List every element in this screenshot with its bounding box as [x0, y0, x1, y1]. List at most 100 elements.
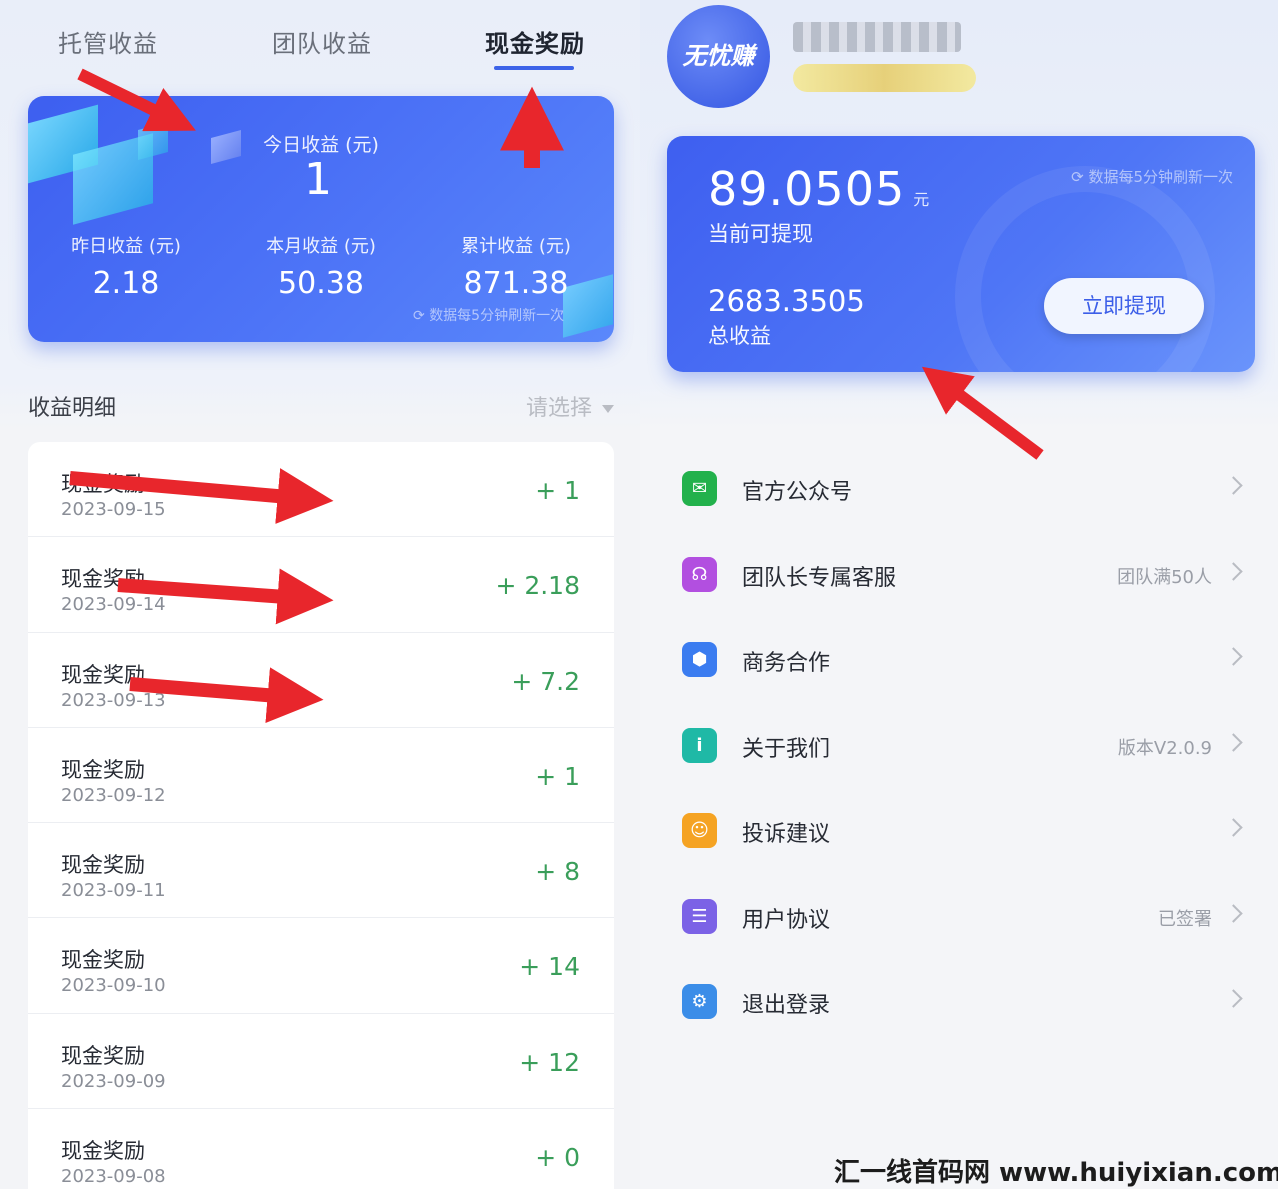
refresh-icon: ⟳: [1071, 168, 1084, 186]
cumulative-earnings-value: 871.38: [463, 266, 569, 301]
cumulative-earnings-label: 累计收益 (元): [461, 236, 571, 257]
menu-item-label: 商务合作: [742, 651, 831, 676]
yesterday-earnings-value: 2.18: [92, 266, 160, 301]
yesterday-earnings-label: 昨日收益 (元): [71, 236, 181, 257]
app-logo: 无忧赚: [667, 5, 770, 108]
list-item[interactable]: 现金奖励 2023-09-14 + 2.18: [28, 537, 614, 633]
menu-item-official-account[interactable]: ✉ 官方公众号: [640, 446, 1278, 532]
record-name: 现金奖励: [61, 567, 145, 592]
list-item[interactable]: 现金奖励 2023-09-15 + 1: [28, 442, 614, 538]
menu-item-label: 官方公众号: [742, 480, 853, 505]
tab-custody-earnings[interactable]: 托管收益: [58, 24, 158, 59]
menu-item-extra: 已签署: [1158, 908, 1212, 930]
record-name: 现金奖励: [61, 1043, 145, 1068]
detail-filter-placeholder: 请选择: [525, 396, 592, 421]
record-name: 现金奖励: [61, 948, 145, 973]
record-amount: + 1: [535, 761, 580, 791]
list-item[interactable]: 现金奖励 2023-09-09 + 12: [28, 1014, 614, 1110]
earning-tabs: 托管收益 团队收益 现金奖励: [0, 0, 640, 80]
refresh-icon: ⟳: [413, 308, 425, 324]
menu-item-extra: 版本V2.0.9: [1117, 737, 1212, 759]
menu-item-label: 用户协议: [742, 907, 831, 933]
refresh-note-text: 数据每5分钟刷新一次: [429, 308, 565, 324]
wallet-refresh-note: ⟳ 数据每5分钟刷新一次: [1071, 166, 1233, 187]
right-panel: 无忧赚 89.0505 元 当前可提现 ⟳ 数据每5分钟刷新一次 2683.350…: [640, 0, 1278, 1189]
record-date: 2023-09-08: [61, 1166, 166, 1188]
menu-item-about[interactable]: i 关于我们 版本V2.0.9: [640, 703, 1278, 789]
available-balance-label: 当前可提现: [708, 222, 813, 246]
handshake-icon: ⬢: [682, 642, 717, 677]
record-date: 2023-09-11: [61, 880, 166, 902]
record-date: 2023-09-09: [61, 1070, 166, 1092]
earnings-summary-card: 今日收益 (元) 1 昨日收益 (元) 2.18 本月收益 (元) 50.38 …: [28, 96, 614, 342]
menu-item-label: 团队长专属客服: [742, 565, 897, 591]
menu-item-team-support[interactable]: ☊ 团队长专属客服 团队满50人: [640, 532, 1278, 618]
month-earnings-value: 50.38: [278, 266, 364, 301]
total-earnings-label: 总收益: [708, 324, 771, 348]
record-date: 2023-09-15: [61, 499, 166, 520]
record-amount: + 0: [535, 1143, 580, 1173]
earnings-record-list: 现金奖励 2023-09-15 + 1 现金奖励 2023-09-14 + 2.…: [28, 442, 614, 1189]
menu-item-user-agreement[interactable]: ☰ 用户协议 已签署: [640, 874, 1278, 960]
currency-unit: 元: [913, 190, 931, 209]
settings-menu: ✉ 官方公众号 ☊ 团队长专属客服 团队满50人 ⬢ 商务合作 i 关于我们 版…: [640, 446, 1278, 1045]
list-item[interactable]: 现金奖励 2023-09-10 + 14: [28, 918, 614, 1014]
detail-filter-select[interactable]: 请选择: [526, 390, 614, 422]
record-name: 现金奖励: [61, 662, 145, 687]
chevron-right-icon: [1224, 989, 1243, 1008]
menu-item-label: 关于我们: [742, 736, 831, 762]
record-date: 2023-09-14: [61, 594, 166, 616]
chevron-right-icon: [1224, 903, 1243, 923]
record-name: 现金奖励: [61, 757, 145, 782]
list-item[interactable]: 现金奖励 2023-09-08 + 0: [28, 1109, 614, 1189]
today-earnings-label: 今日收益 (元): [263, 134, 379, 156]
gear-icon: ⚙: [682, 984, 717, 1019]
menu-item-extra: 团队满50人: [1117, 566, 1212, 588]
blurred-user-badge: [793, 64, 976, 92]
menu-item-label: 退出登录: [742, 993, 831, 1018]
chevron-right-icon: [1224, 476, 1243, 495]
record-amount: + 12: [519, 1047, 580, 1077]
today-earnings-value: 1: [304, 154, 332, 205]
menu-item-logout[interactable]: ⚙ 退出登录: [640, 959, 1278, 1045]
withdraw-button[interactable]: 立即提现: [1044, 278, 1204, 334]
info-icon: i: [682, 727, 717, 763]
site-watermark: 汇一线首码网 www.huiyixian.com: [834, 1158, 1278, 1188]
record-date: 2023-09-13: [61, 689, 166, 711]
headset-icon: ☊: [682, 556, 717, 592]
record-name: 现金奖励: [61, 853, 145, 878]
clipboard-icon: ☰: [682, 898, 717, 934]
tab-cash-rewards[interactable]: 现金奖励: [485, 24, 585, 59]
available-balance-value: 89.0505: [708, 162, 906, 216]
month-earnings: 本月收益 (元) 50.38: [223, 232, 419, 301]
total-earnings-value: 2683.3505: [708, 284, 865, 318]
list-item[interactable]: 现金奖励 2023-09-11 + 8: [28, 823, 614, 919]
chevron-right-icon: [1224, 647, 1243, 666]
available-balance: 89.0505 元: [708, 162, 930, 216]
yesterday-earnings: 昨日收益 (元) 2.18: [28, 232, 224, 301]
tab-team-earnings[interactable]: 团队收益: [272, 24, 372, 59]
wechat-icon: ✉: [682, 471, 717, 506]
record-date: 2023-09-10: [61, 975, 166, 997]
left-panel: 托管收益 团队收益 现金奖励 今日收益 (元) 1 昨日收益 (元) 2.18 …: [0, 0, 640, 1189]
record-amount: + 7.2: [511, 666, 580, 696]
record-date: 2023-09-12: [61, 784, 166, 806]
list-item[interactable]: 现金奖励 2023-09-12 + 1: [28, 728, 614, 824]
list-item[interactable]: 现金奖励 2023-09-13 + 7.2: [28, 633, 614, 728]
cumulative-earnings: 累计收益 (元) 871.38: [418, 232, 614, 301]
wallet-refresh-note-text: 数据每5分钟刷新一次: [1088, 168, 1233, 186]
menu-item-business[interactable]: ⬢ 商务合作: [640, 617, 1278, 703]
record-name: 现金奖励: [61, 472, 145, 496]
menu-item-feedback[interactable]: ☺ 投诉建议: [640, 788, 1278, 874]
record-amount: + 1: [535, 476, 580, 505]
month-earnings-label: 本月收益 (元): [266, 236, 376, 257]
active-tab-indicator: [494, 66, 574, 70]
chevron-right-icon: [1224, 818, 1243, 837]
detail-title: 收益明细: [28, 396, 117, 421]
blurred-user-id: [793, 22, 961, 52]
menu-item-label: 投诉建议: [742, 822, 831, 847]
record-amount: + 2.18: [495, 571, 580, 601]
decorative-ring: [955, 166, 1215, 372]
wallet-card: 89.0505 元 当前可提现 ⟳ 数据每5分钟刷新一次 2683.3505 总收…: [667, 136, 1255, 372]
caret-down-icon: [602, 405, 614, 413]
